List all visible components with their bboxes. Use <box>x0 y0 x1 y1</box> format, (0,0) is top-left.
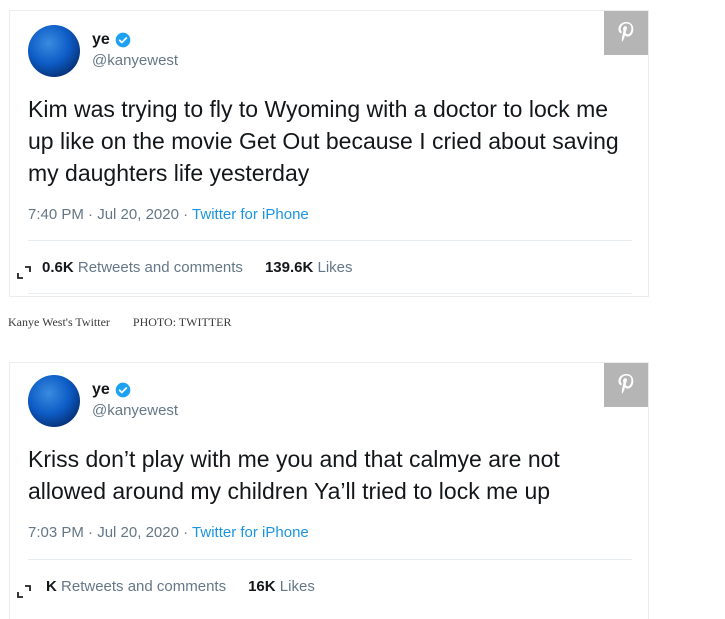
tweet-card: ye @kanyewest Kriss don’t play with me y… <box>9 362 649 619</box>
divider <box>28 240 632 241</box>
tweet-date[interactable]: Jul 20, 2020 <box>97 206 179 223</box>
expand-icon[interactable] <box>16 264 32 280</box>
retweets-label: Retweets and comments <box>77 259 243 276</box>
tweet-meta: 7:40 PM · Jul 20, 2020 · Twitter for iPh… <box>28 206 309 223</box>
retweets-count: K <box>46 578 57 595</box>
avatar[interactable] <box>28 25 80 77</box>
tweet-time[interactable]: 7:40 PM <box>28 206 84 223</box>
verified-badge-icon <box>115 382 131 398</box>
user-handle[interactable]: @kanyewest <box>92 402 178 419</box>
tweet-source-link[interactable]: Twitter for iPhone <box>192 206 309 223</box>
pinterest-icon <box>618 374 634 394</box>
tweet-meta: 7:03 PM · Jul 20, 2020 · Twitter for iPh… <box>28 524 309 541</box>
pinterest-icon <box>618 22 634 42</box>
likes-label: Likes <box>279 578 315 595</box>
display-name[interactable]: ye <box>92 381 110 399</box>
verified-badge-icon <box>115 32 131 48</box>
display-name[interactable]: ye <box>92 31 110 49</box>
meta-separator: · <box>88 524 94 541</box>
divider <box>28 293 632 294</box>
meta-separator: · <box>88 206 94 223</box>
pinterest-save-button[interactable] <box>604 11 648 55</box>
likes-count: 16K <box>248 578 276 595</box>
retweets-count: 0.6K <box>42 259 74 276</box>
tweet-card: ye @kanyewest Kim was trying to fly to W… <box>9 10 649 297</box>
avatar[interactable] <box>28 375 80 427</box>
retweets-stat[interactable]: 0.6K Retweets and comments <box>42 259 243 276</box>
retweets-stat[interactable]: K Retweets and comments <box>46 578 226 595</box>
tweet-text: Kim was trying to fly to Wyoming with a … <box>28 96 619 186</box>
likes-count: 139.6K <box>264 259 314 276</box>
caption-credit: PHOTO: TWITTER <box>132 315 232 329</box>
user-handle[interactable]: @kanyewest <box>92 52 178 69</box>
likes-stat[interactable]: 16K Likes <box>248 578 315 595</box>
likes-stat[interactable]: 139.6K Likes <box>265 259 353 276</box>
image-caption: Kanye West's Twitter PHOTO: TWITTER <box>8 315 231 330</box>
tweet-text: Kriss don’t play with me you and that ca… <box>28 446 560 504</box>
meta-separator: · <box>183 206 189 223</box>
caption-text: Kanye West's Twitter <box>8 315 110 329</box>
divider <box>28 559 632 560</box>
tweet-time[interactable]: 7:03 PM <box>28 524 84 541</box>
retweets-label: Retweets and comments <box>61 578 227 595</box>
tweet-stats: K Retweets and comments 16K Likes <box>46 578 315 595</box>
tweet-source-link[interactable]: Twitter for iPhone <box>192 524 309 541</box>
tweet-date[interactable]: Jul 20, 2020 <box>97 524 179 541</box>
tweet-stats: 0.6K Retweets and comments 139.6K Likes <box>42 259 353 276</box>
expand-icon[interactable] <box>16 583 32 599</box>
pinterest-save-button[interactable] <box>604 363 648 407</box>
meta-separator: · <box>183 524 189 541</box>
likes-label: Likes <box>317 259 353 276</box>
